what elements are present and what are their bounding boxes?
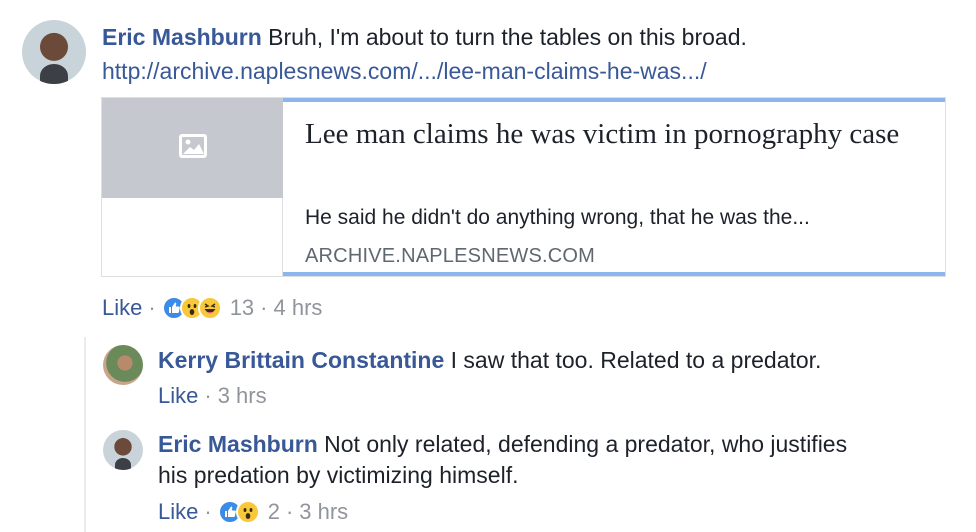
preview-description: He said he didn't do anything wrong, tha… (305, 206, 810, 229)
separator-dot: · (204, 383, 212, 408)
timestamp[interactable]: 3 hrs (299, 498, 348, 526)
comment-text: his predation by victimizing himself. (158, 462, 519, 488)
comment-body: Eric Mashburn Bruh, I'm about to turn th… (102, 22, 747, 53)
like-button[interactable]: Like (158, 498, 198, 526)
preview-body: Lee man claims he was victim in pornogra… (283, 98, 945, 276)
timestamp[interactable]: 4 hrs (274, 294, 323, 322)
avatar[interactable] (103, 430, 143, 470)
link-preview-card[interactable]: Lee man claims he was victim in pornogra… (101, 97, 946, 277)
comment-actions: Like · 13 · 4 hrs (102, 294, 322, 322)
like-button[interactable]: Like (102, 294, 142, 322)
separator-dot: · (204, 499, 212, 524)
preview-thumbnail (102, 98, 283, 198)
comment-actions: Like · 2 · 3 hrs (158, 498, 348, 526)
separator-dot: · (260, 295, 268, 320)
preview-title[interactable]: Lee man claims he was victim in pornogra… (305, 114, 925, 154)
haha-reaction-icon (197, 296, 222, 320)
comment-author[interactable]: Eric Mashburn (158, 431, 318, 457)
image-placeholder-icon (178, 133, 208, 164)
separator-dot: · (285, 499, 294, 524)
reply-body: Kerry Brittain Constantine I saw that to… (158, 345, 821, 376)
like-button[interactable]: Like (158, 382, 198, 410)
reply-thread-line (84, 337, 86, 532)
preview-thumbnail-footer (102, 198, 283, 276)
comment-text: Bruh, I'm about to turn the tables on th… (268, 24, 747, 50)
comment-author[interactable]: Eric Mashburn (102, 24, 262, 50)
reply-body-continued: his predation by victimizing himself. (158, 460, 518, 491)
comment-link-row: http://archive.naplesnews.com/.../lee-ma… (102, 56, 707, 87)
shared-link[interactable]: http://archive.naplesnews.com/.../lee-ma… (102, 58, 707, 84)
comment-actions: Like · 3 hrs (158, 382, 267, 410)
avatar[interactable] (22, 20, 86, 84)
avatar[interactable] (103, 345, 143, 385)
reaction-count[interactable]: 2 (268, 498, 280, 526)
wow-reaction-icon (235, 500, 260, 524)
separator-dot: · (148, 295, 156, 320)
comment-author[interactable]: Kerry Brittain Constantine (158, 347, 444, 373)
comment-text: Not only related, defending a predator, … (324, 431, 848, 457)
reactions-summary[interactable] (161, 296, 222, 320)
preview-domain: ARCHIVE.NAPLESNEWS.COM (305, 245, 596, 267)
reply-body: Eric Mashburn Not only related, defendin… (158, 429, 847, 460)
reaction-count[interactable]: 13 (230, 294, 254, 322)
comment-text: I saw that too. Related to a predator. (450, 347, 822, 373)
timestamp[interactable]: 3 hrs (218, 382, 267, 410)
reactions-summary[interactable] (217, 500, 260, 524)
